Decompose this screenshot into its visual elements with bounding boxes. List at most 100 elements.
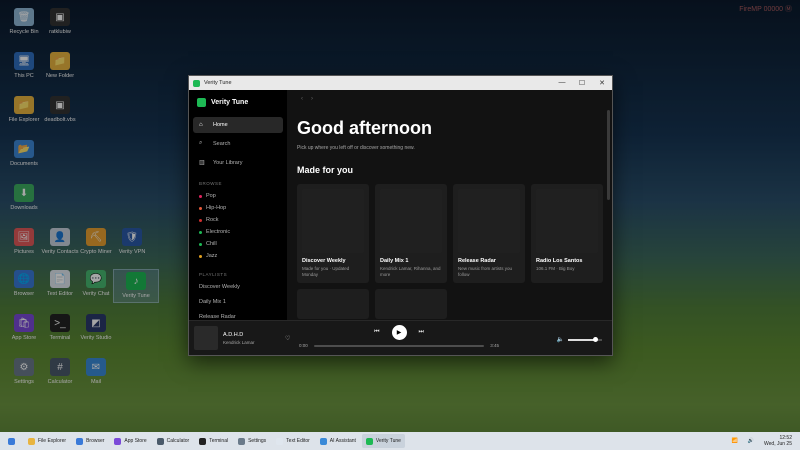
taskbar-item-text-editor[interactable]: Text Editor (272, 434, 314, 448)
clock-date: Wed, Jun 25 (764, 441, 792, 447)
genre-item[interactable]: Jazz (193, 250, 283, 262)
desktop-icon[interactable]: 📁 New Folder (38, 52, 82, 80)
genre-item[interactable]: Pop (193, 190, 283, 202)
taskbar-item-file-explorer[interactable]: File Explorer (24, 434, 70, 448)
desktop-icon-label: Verity Tune (122, 293, 150, 299)
desktop-icon-label: Downloads (10, 205, 38, 211)
desktop-icon[interactable]: ▣ ratklubiw (38, 8, 82, 36)
genre-item[interactable]: Rock (193, 214, 283, 226)
taskbar-item-settings[interactable]: Settings (234, 434, 270, 448)
wifi-icon[interactable]: 📶 (732, 438, 738, 444)
terminal-icon: >_ (50, 314, 70, 332)
taskbar-item-calculator[interactable]: Calculator (153, 434, 194, 448)
speaker-icon[interactable]: 🔊 (748, 438, 754, 444)
volume-slider[interactable] (568, 336, 602, 342)
genre-item[interactable]: Chill (193, 238, 283, 250)
taskbar-label: Settings (248, 438, 267, 444)
playlist-card[interactable]: Discover Weekly Made for you · Updated Mo… (297, 184, 369, 283)
gear-icon: ⚙ (14, 358, 34, 376)
taskbar-item-app-store[interactable]: App Store (110, 434, 150, 448)
desktop-icon-label: Verity VPN (118, 249, 146, 255)
volume-icon[interactable]: 🔈 (557, 336, 564, 343)
forward-arrow-icon[interactable]: › (311, 96, 313, 102)
crypto-miner-icon: ⛏ (86, 228, 106, 246)
genre-label: Hip-Hop (206, 205, 227, 211)
back-arrow-icon[interactable]: ‹ (301, 96, 303, 102)
app-store-icon (114, 437, 122, 445)
scrollbar[interactable] (607, 110, 610, 200)
taskbar-label: Terminal (209, 438, 229, 444)
nav-item-search[interactable]: ⌕ Search (193, 135, 283, 152)
minimize-button[interactable]: — (552, 79, 572, 87)
next-track-icon[interactable]: ⏭ (419, 329, 424, 336)
playlist-item[interactable]: Release Radar (193, 311, 283, 320)
desktop-icon[interactable]: 📂 Documents (2, 140, 46, 168)
sidebar: Verity Tune ⌂ Home ⌕ Search ▥ Your Library BR… (189, 90, 287, 320)
album-art (194, 326, 218, 350)
taskbar-item-ai-assistant[interactable]: AI Assistant (316, 434, 360, 448)
playlist-card[interactable]: Radio Los Santos 106.1 FM · Big Boy (531, 184, 603, 283)
desktop-icon[interactable]: ▣ deadbolt.vbs (38, 96, 82, 124)
taskbar-item-verity-tune[interactable]: Verity Tune (361, 434, 405, 448)
playlist-card[interactable]: Release Radar New music from artists you … (453, 184, 525, 283)
brand-name: Verity Tune (211, 99, 249, 106)
genre-item[interactable]: Electronic (193, 226, 283, 238)
terminal-icon (199, 437, 207, 445)
taskbar-item-terminal[interactable]: Terminal (195, 434, 232, 448)
genre-item[interactable]: Hip-Hop (193, 202, 283, 214)
playlist-card[interactable] (375, 289, 447, 319)
search-icon: ⌕ (199, 140, 203, 146)
app-brand: Verity Tune (197, 98, 279, 107)
progress-bar[interactable] (313, 344, 485, 347)
greeting-subtitle: Pick up where you left off or discover s… (297, 145, 415, 151)
nav-item-your-library[interactable]: ▥ Your Library (193, 154, 283, 171)
window-titlebar[interactable]: Verity Tune — ☐ ✕ (189, 76, 612, 90)
vpn-shield-icon: 🛡 (122, 228, 142, 246)
desktop-icon[interactable]: ✉ Mail (74, 358, 118, 386)
nav-item-home[interactable]: ⌂ Home (193, 117, 283, 133)
card-description: Kendrick Lamar, Rihanna, and more (380, 266, 441, 277)
playlist-card[interactable]: Daily Mix 1 Kendrick Lamar, Rihanna, and … (375, 184, 447, 283)
desktop-icon[interactable]: ♪ Verity Tune (113, 269, 159, 303)
contacts-icon: 👤 (50, 228, 70, 246)
previous-track-icon[interactable]: ⏮ (374, 329, 379, 336)
folder-icon: 📁 (14, 96, 34, 114)
settings-icon (238, 437, 246, 445)
music-app-icon (193, 79, 200, 87)
desktop-icon-label: Verity Chat (82, 291, 110, 297)
music-app-icon: ♪ (126, 272, 146, 290)
nav-label: Your Library (213, 159, 243, 166)
greeting-heading: Good afternoon (297, 118, 432, 138)
play-button[interactable]: ▶ (391, 325, 407, 340)
card-description: 106.1 FM · Big Boy (536, 266, 575, 271)
desktop-icon[interactable]: 💬 Verity Chat (74, 270, 118, 298)
card-art (536, 189, 598, 253)
your-library-icon: ▥ (199, 160, 205, 166)
playlist-card[interactable] (297, 289, 369, 319)
pictures-icon: 🖼 (14, 228, 34, 246)
close-button[interactable]: ✕ (592, 79, 612, 87)
taskbar-label: Text Editor (286, 438, 310, 444)
maximize-button[interactable]: ☐ (572, 79, 592, 87)
taskbar-item-browser[interactable]: Browser (72, 434, 108, 448)
playlist-item[interactable]: Discover Weekly (193, 281, 283, 293)
desktop-icon[interactable]: 🛡 Verity VPN (110, 228, 154, 256)
script-file-icon: ▣ (50, 96, 70, 114)
start-button[interactable] (4, 434, 22, 448)
track-artist[interactable]: Kendrick Lamar (223, 340, 283, 345)
desktop-icon[interactable]: ⬇ Downloads (2, 184, 46, 212)
terminal-app-icon: ▣ (50, 8, 70, 26)
taskbar-label: Calculator (166, 438, 190, 444)
elapsed-time: 0:00 (299, 343, 308, 348)
genre-label: Electronic (206, 229, 231, 235)
desktop-icon[interactable]: ◩ Verity Studio (74, 314, 118, 342)
desktop-icon-label: ratklubiw (49, 29, 71, 35)
track-title[interactable]: A.D.H.D (223, 332, 283, 338)
heart-icon[interactable]: ♡ (285, 335, 290, 342)
clock[interactable]: 12:52 Wed, Jun 25 (764, 435, 792, 447)
volume-knob[interactable] (593, 336, 599, 342)
volume-fill (568, 338, 596, 341)
playlist-item[interactable]: Daily Mix 1 (193, 296, 283, 308)
genre-label: Pop (206, 193, 216, 199)
made-for-you-heading: Made for you (297, 165, 354, 175)
